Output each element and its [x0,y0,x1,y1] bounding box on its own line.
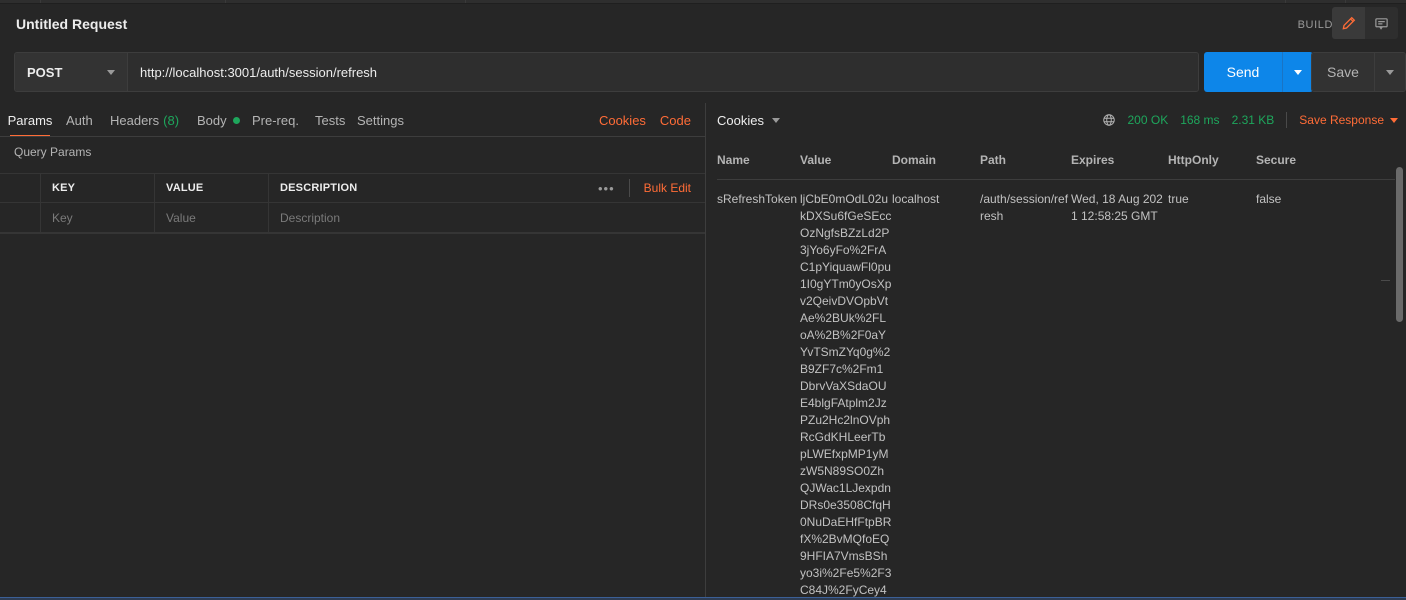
chevron-down-icon [772,118,780,123]
scrollbar-thumb[interactable] [1396,167,1403,322]
request-tab-links: Cookies Code [599,103,705,137]
column-header-key: KEY [52,182,75,194]
table-header-row: KEY VALUE DESCRIPTION ••• Bulk Edit [0,173,705,203]
save-response-label: Save Response [1299,113,1384,127]
table-row[interactable]: Key Value Description [0,203,705,233]
more-options-icon[interactable]: ••• [584,182,629,195]
column-header-description: DESCRIPTION [280,182,357,194]
save-button[interactable]: Save [1312,53,1374,91]
response-view-select[interactable]: Cookies [717,103,780,137]
key-input[interactable]: Key [52,211,73,225]
url-input-value: http://localhost:3001/auth/session/refre… [140,65,377,80]
chevron-down-icon [107,70,115,75]
save-response-button[interactable]: Save Response [1299,113,1398,127]
http-method-select[interactable]: POST [15,53,128,91]
send-button-group: Send [1204,52,1313,92]
response-view-label: Cookies [717,113,764,128]
query-params-table: KEY VALUE DESCRIPTION ••• Bulk Edit Key … [0,173,705,233]
postman-window: Untitled Request BUILD POST [0,0,1406,600]
column-header-path: Path [980,153,1006,167]
tab-auth[interactable]: Auth [66,103,93,137]
tab-headers[interactable]: Headers (8) [110,103,179,137]
query-params-label: Query Params [14,145,91,159]
cookie-path: /auth/session/refresh [980,191,1071,600]
response-scrollbar[interactable] [1393,32,1406,600]
cookie-name: sRefreshToken [706,191,800,600]
table-tools: ••• Bulk Edit [584,173,705,203]
checkbox-column-header [0,174,41,202]
url-bar-row: POST http://localhost:3001/auth/session/… [0,48,1406,96]
http-method-value: POST [27,65,62,80]
cookie-domain: localhost [892,191,980,600]
meta-divider [1286,112,1287,128]
value-input[interactable]: Value [166,211,196,225]
cookie-value: ljCbE0mOdL02ukDXSu6fGeSEccOzNgfsBZzLd2P3… [800,191,892,600]
table-bottom-rule [0,233,705,234]
method-url-group: POST http://localhost:3001/auth/session/… [14,52,1199,92]
request-pane: Params Auth Headers (8) Body Pre-req. Te… [0,103,705,600]
table-row: sRefreshToken ljCbE0mOdL02ukDXSu6fGeSEcc… [706,191,1406,600]
tab-params-label: Params [8,113,53,128]
bulk-edit-button[interactable]: Bulk Edit [630,181,705,195]
cookie-header-rule [717,179,1395,180]
cookie-table-header: Name Value Domain Path Expires HttpOnly … [706,151,1406,169]
tab-headers-label: Headers [110,113,159,128]
cookie-expires: Wed, 18 Aug 2021 12:58:25 GMT [1071,191,1168,600]
pencil-icon[interactable] [1332,7,1365,39]
description-input[interactable]: Description [280,211,340,225]
request-tab-bar: Params Auth Headers (8) Body Pre-req. Te… [0,103,705,137]
send-button[interactable]: Send [1204,52,1282,92]
response-meta: 200 OK 168 ms 2.31 KB Save Response [1102,103,1399,137]
chevron-down-icon [1294,70,1302,75]
save-button-group: Save [1311,52,1406,92]
column-header-secure: Secure [1256,153,1296,167]
status-badge: 200 OK [1128,113,1169,127]
url-input[interactable]: http://localhost:3001/auth/session/refre… [128,53,1198,91]
code-link[interactable]: Code [660,113,691,128]
tab-params[interactable]: Params [10,103,50,137]
cookie-httponly: true [1168,191,1256,600]
tab-bar-divider [0,136,705,137]
response-size: 2.31 KB [1232,113,1275,127]
build-mode-label: BUILD [1298,19,1333,31]
page-title: Untitled Request [16,16,127,32]
response-header: Cookies 200 OK 168 ms 2.31 KB Save Respo… [706,103,1406,137]
headers-count-badge: (8) [163,113,179,128]
cookies-link[interactable]: Cookies [599,113,646,128]
tab-tests-label: Tests [315,113,345,128]
tab-auth-label: Auth [66,113,93,128]
send-options-button[interactable] [1282,52,1313,92]
column-header-expires: Expires [1071,153,1114,167]
body-present-dot-icon [233,117,240,124]
request-title-bar: Untitled Request BUILD [0,4,1406,44]
column-header-httponly: HttpOnly [1168,153,1219,167]
tab-prereq[interactable]: Pre-req. [252,103,299,137]
column-header-value: Value [800,153,831,167]
column-header-domain: Domain [892,153,936,167]
response-pane: Cookies 200 OK 168 ms 2.31 KB Save Respo… [706,103,1406,600]
globe-icon[interactable] [1102,113,1116,127]
mode-toggle-group [1332,7,1398,39]
tab-tests[interactable]: Tests [315,103,345,137]
column-header-name: Name [717,153,750,167]
tab-prereq-label: Pre-req. [252,113,299,128]
cookie-secure: false [1256,191,1346,600]
tab-body[interactable]: Body [197,103,240,137]
tab-settings[interactable]: Settings [357,103,404,137]
response-time: 168 ms [1180,113,1219,127]
column-header-value: VALUE [166,182,203,194]
scroll-tick-mark [1381,280,1390,281]
tab-settings-label: Settings [357,113,404,128]
row-checkbox[interactable] [0,203,41,232]
tab-body-label: Body [197,113,227,128]
